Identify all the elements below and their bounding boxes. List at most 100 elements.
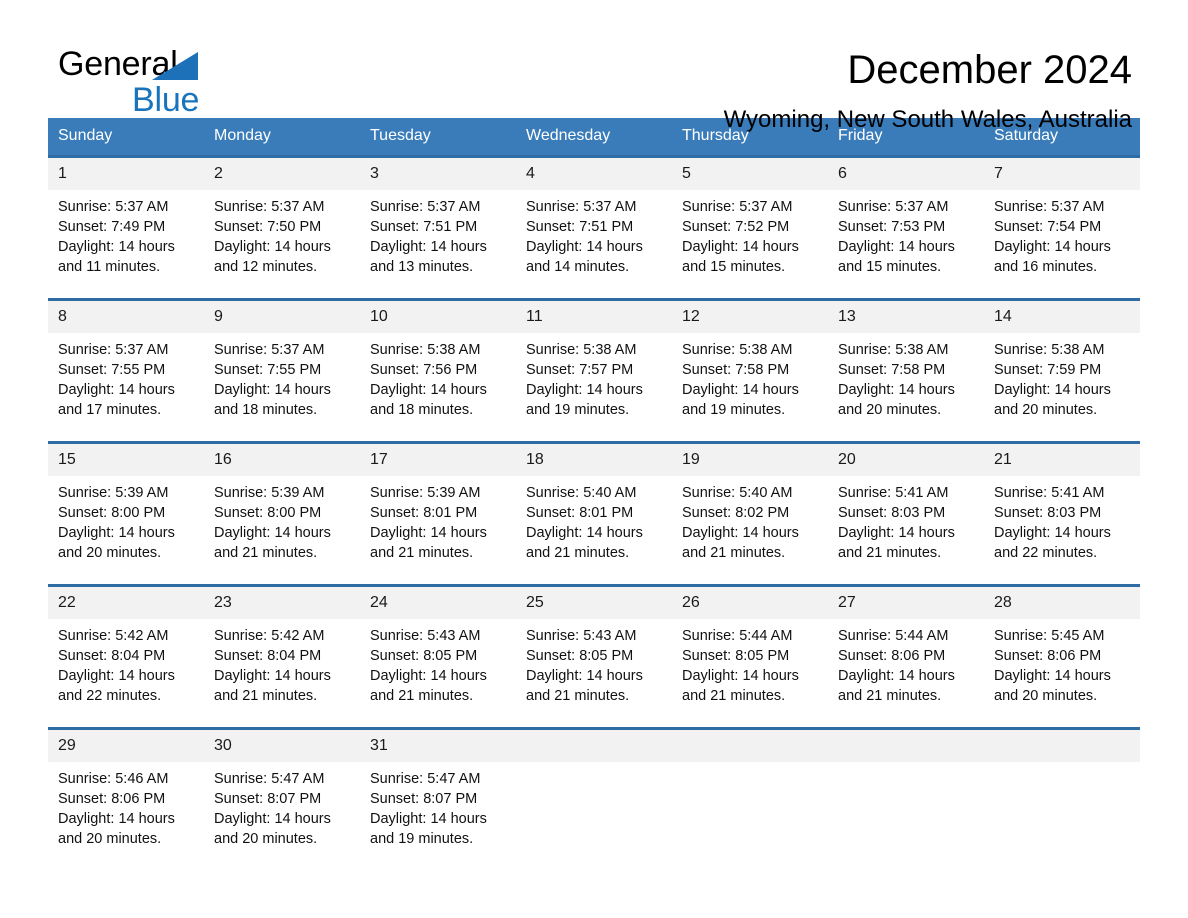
day-number[interactable]: 25 xyxy=(516,587,672,619)
day-cell[interactable]: Sunrise: 5:47 AM Sunset: 8:07 PM Dayligh… xyxy=(360,762,516,870)
day-cell[interactable]: Sunrise: 5:37 AM Sunset: 7:49 PM Dayligh… xyxy=(48,190,204,298)
day-number[interactable]: 31 xyxy=(360,730,516,762)
day-number[interactable]: 3 xyxy=(360,158,516,190)
sunrise-text: Sunrise: 5:37 AM xyxy=(526,199,637,215)
day-cell[interactable]: Sunrise: 5:38 AM Sunset: 7:58 PM Dayligh… xyxy=(828,333,984,441)
daylight-text-line1: Daylight: 14 hours xyxy=(838,668,955,684)
day-cell[interactable]: Sunrise: 5:42 AM Sunset: 8:04 PM Dayligh… xyxy=(204,619,360,727)
day-number[interactable]: 27 xyxy=(828,587,984,619)
day-cell[interactable]: Sunrise: 5:43 AM Sunset: 8:05 PM Dayligh… xyxy=(360,619,516,727)
day-number[interactable]: 29 xyxy=(48,730,204,762)
day-cell[interactable]: Sunrise: 5:38 AM Sunset: 7:57 PM Dayligh… xyxy=(516,333,672,441)
day-number[interactable]: 19 xyxy=(672,444,828,476)
day-cell[interactable]: Sunrise: 5:42 AM Sunset: 8:04 PM Dayligh… xyxy=(48,619,204,727)
day-number[interactable]: 26 xyxy=(672,587,828,619)
day-cell[interactable]: Sunrise: 5:37 AM Sunset: 7:53 PM Dayligh… xyxy=(828,190,984,298)
day-number[interactable]: 15 xyxy=(48,444,204,476)
day-cell[interactable]: Sunrise: 5:38 AM Sunset: 7:59 PM Dayligh… xyxy=(984,333,1140,441)
day-number[interactable]: 14 xyxy=(984,301,1140,333)
day-number[interactable]: 7 xyxy=(984,158,1140,190)
daylight-text-line1: Daylight: 14 hours xyxy=(370,525,487,541)
daylight-text-line1: Daylight: 14 hours xyxy=(994,239,1111,255)
day-number[interactable]: 30 xyxy=(204,730,360,762)
day-cell[interactable]: Sunrise: 5:39 AM Sunset: 8:00 PM Dayligh… xyxy=(48,476,204,584)
day-cell[interactable]: Sunrise: 5:37 AM Sunset: 7:55 PM Dayligh… xyxy=(204,333,360,441)
day-number[interactable]: 17 xyxy=(360,444,516,476)
day-cell[interactable]: Sunrise: 5:41 AM Sunset: 8:03 PM Dayligh… xyxy=(828,476,984,584)
day-number[interactable]: 2 xyxy=(204,158,360,190)
day-number[interactable]: 28 xyxy=(984,587,1140,619)
calendar-grid: Sunday Monday Tuesday Wednesday Thursday… xyxy=(48,118,1140,870)
day-cell[interactable]: Sunrise: 5:45 AM Sunset: 8:06 PM Dayligh… xyxy=(984,619,1140,727)
sunset-text: Sunset: 7:59 PM xyxy=(994,362,1102,378)
sunrise-text: Sunrise: 5:42 AM xyxy=(58,628,169,644)
day-cell[interactable]: Sunrise: 5:44 AM Sunset: 8:05 PM Dayligh… xyxy=(672,619,828,727)
daylight-text-line2: and 20 minutes. xyxy=(994,402,1098,418)
day-number[interactable]: 13 xyxy=(828,301,984,333)
day-cell[interactable]: Sunrise: 5:37 AM Sunset: 7:51 PM Dayligh… xyxy=(516,190,672,298)
week-row: 29 30 31 Sunrise: 5:46 AM Sunset: 8:06 P… xyxy=(48,727,1140,870)
day-cell[interactable]: Sunrise: 5:40 AM Sunset: 8:02 PM Dayligh… xyxy=(672,476,828,584)
day-number[interactable]: 5 xyxy=(672,158,828,190)
day-number[interactable]: 4 xyxy=(516,158,672,190)
general-blue-logo[interactable]: General Blue xyxy=(56,44,256,120)
day-number[interactable]: 22 xyxy=(48,587,204,619)
daylight-text-line2: and 20 minutes. xyxy=(838,402,942,418)
day-number[interactable]: 16 xyxy=(204,444,360,476)
sunset-text: Sunset: 7:55 PM xyxy=(214,362,322,378)
day-number[interactable]: 18 xyxy=(516,444,672,476)
daylight-text-line1: Daylight: 14 hours xyxy=(682,239,799,255)
day-cell[interactable]: Sunrise: 5:39 AM Sunset: 8:00 PM Dayligh… xyxy=(204,476,360,584)
sunset-text: Sunset: 7:53 PM xyxy=(838,219,946,235)
day-cell[interactable]: Sunrise: 5:37 AM Sunset: 7:55 PM Dayligh… xyxy=(48,333,204,441)
day-cell[interactable]: Sunrise: 5:41 AM Sunset: 8:03 PM Dayligh… xyxy=(984,476,1140,584)
sunset-text: Sunset: 7:49 PM xyxy=(58,219,166,235)
day-number[interactable]: 10 xyxy=(360,301,516,333)
day-number[interactable]: 12 xyxy=(672,301,828,333)
day-cell[interactable]: Sunrise: 5:40 AM Sunset: 8:01 PM Dayligh… xyxy=(516,476,672,584)
day-number-empty xyxy=(672,730,828,762)
weekday-header-tuesday: Tuesday xyxy=(370,127,431,144)
day-number[interactable]: 1 xyxy=(48,158,204,190)
sunset-text: Sunset: 8:05 PM xyxy=(370,648,478,664)
day-cell[interactable]: Sunrise: 5:46 AM Sunset: 8:06 PM Dayligh… xyxy=(48,762,204,870)
day-cell[interactable]: Sunrise: 5:38 AM Sunset: 7:58 PM Dayligh… xyxy=(672,333,828,441)
sunset-text: Sunset: 8:00 PM xyxy=(214,505,322,521)
daylight-text-line2: and 19 minutes. xyxy=(370,831,474,847)
week-detail-band: Sunrise: 5:37 AM Sunset: 7:49 PM Dayligh… xyxy=(48,190,1140,298)
day-cell[interactable]: Sunrise: 5:47 AM Sunset: 8:07 PM Dayligh… xyxy=(204,762,360,870)
daylight-text-line1: Daylight: 14 hours xyxy=(58,525,175,541)
day-number[interactable]: 24 xyxy=(360,587,516,619)
day-cell[interactable]: Sunrise: 5:39 AM Sunset: 8:01 PM Dayligh… xyxy=(360,476,516,584)
day-number[interactable]: 23 xyxy=(204,587,360,619)
daylight-text-line2: and 21 minutes. xyxy=(526,545,630,561)
day-number[interactable]: 21 xyxy=(984,444,1140,476)
daylight-text-line1: Daylight: 14 hours xyxy=(214,382,331,398)
sunrise-text: Sunrise: 5:42 AM xyxy=(214,628,325,644)
day-cell[interactable]: Sunrise: 5:37 AM Sunset: 7:52 PM Dayligh… xyxy=(672,190,828,298)
week-row: 15 16 17 18 19 20 21 Sunrise: 5:39 AM Su… xyxy=(48,441,1140,584)
day-cell[interactable]: Sunrise: 5:37 AM Sunset: 7:50 PM Dayligh… xyxy=(204,190,360,298)
day-number[interactable]: 11 xyxy=(516,301,672,333)
day-cell[interactable]: Sunrise: 5:43 AM Sunset: 8:05 PM Dayligh… xyxy=(516,619,672,727)
daylight-text-line1: Daylight: 14 hours xyxy=(526,239,643,255)
week-row: 8 9 10 11 12 13 14 Sunrise: 5:37 AM Suns… xyxy=(48,298,1140,441)
daylight-text-line2: and 15 minutes. xyxy=(682,259,786,275)
sunrise-text: Sunrise: 5:37 AM xyxy=(214,199,325,215)
day-cell[interactable]: Sunrise: 5:37 AM Sunset: 7:51 PM Dayligh… xyxy=(360,190,516,298)
sunrise-text: Sunrise: 5:43 AM xyxy=(526,628,637,644)
sunrise-text: Sunrise: 5:38 AM xyxy=(838,342,949,358)
day-cell-empty xyxy=(672,762,828,870)
day-cell[interactable]: Sunrise: 5:37 AM Sunset: 7:54 PM Dayligh… xyxy=(984,190,1140,298)
sunrise-text: Sunrise: 5:37 AM xyxy=(58,199,169,215)
sunrise-text: Sunrise: 5:44 AM xyxy=(838,628,949,644)
day-number[interactable]: 20 xyxy=(828,444,984,476)
day-number[interactable]: 8 xyxy=(48,301,204,333)
day-number[interactable]: 6 xyxy=(828,158,984,190)
week-date-band: 15 16 17 18 19 20 21 xyxy=(48,444,1140,476)
day-number[interactable]: 9 xyxy=(204,301,360,333)
sunrise-text: Sunrise: 5:37 AM xyxy=(682,199,793,215)
daylight-text-line2: and 20 minutes. xyxy=(994,688,1098,704)
day-cell[interactable]: Sunrise: 5:38 AM Sunset: 7:56 PM Dayligh… xyxy=(360,333,516,441)
day-cell[interactable]: Sunrise: 5:44 AM Sunset: 8:06 PM Dayligh… xyxy=(828,619,984,727)
